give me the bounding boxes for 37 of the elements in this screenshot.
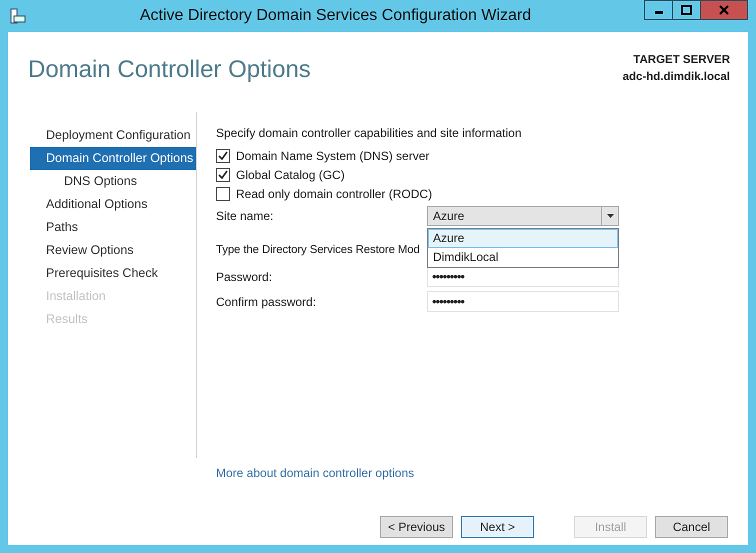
dropdown-option[interactable]: DimdikLocal [428, 248, 618, 267]
minimize-button[interactable] [644, 0, 673, 20]
help-link[interactable]: More about domain controller options [216, 466, 414, 480]
nav-step[interactable]: Prerequisites Check [30, 262, 196, 285]
confirm-password-field[interactable]: ••••••••• [427, 291, 619, 312]
target-server-name: adc-hd.dimdik.local [622, 70, 730, 85]
close-icon [719, 5, 729, 15]
field-label: Site name: [216, 208, 274, 222]
server-icon [10, 8, 26, 24]
maximize-icon [681, 5, 692, 15]
nav-step[interactable]: Review Options [30, 239, 196, 262]
dropdown-arrow-icon [606, 214, 614, 218]
page-title: Domain Controller Options [28, 56, 311, 85]
dropdown-option[interactable]: Azure [428, 229, 618, 248]
nav-step[interactable]: DNS Options [30, 170, 196, 193]
field-label: Confirm password: [216, 294, 318, 308]
site-name-dropdown[interactable]: Azure [427, 206, 619, 226]
close-button[interactable] [700, 0, 748, 20]
checkbox[interactable] [216, 148, 230, 162]
maximize-button[interactable] [672, 0, 701, 20]
dsrm-text: Type the Directory Services Restore Mod [216, 243, 420, 258]
field-label: Password: [216, 270, 274, 284]
target-server-label: TARGET SERVER [632, 53, 730, 68]
nav-step[interactable]: Deployment Configuration [30, 124, 196, 147]
checkbox-label: Read only domain controller (RODC) [236, 186, 432, 200]
checkbox[interactable] [216, 168, 230, 182]
wizard-button[interactable]: Cancel [655, 516, 728, 538]
checkbox[interactable] [216, 186, 230, 200]
intro-text: Specify domain controller capabilities and site information [216, 126, 522, 140]
nav-step[interactable]: Additional Options [30, 193, 196, 216]
nav-step[interactable]: Domain Controller Options [30, 147, 196, 170]
checkbox-label: Domain Name System (DNS) server [236, 148, 430, 162]
wizard-button[interactable]: < Previous [380, 516, 453, 538]
window-title: Active Directory Domain Services Configuration Wizard [138, 7, 532, 25]
wizard-button[interactable]: Next > [461, 516, 534, 538]
checkbox-label: Global Catalog (GC) [236, 168, 345, 182]
nav-step[interactable]: Paths [30, 216, 196, 239]
